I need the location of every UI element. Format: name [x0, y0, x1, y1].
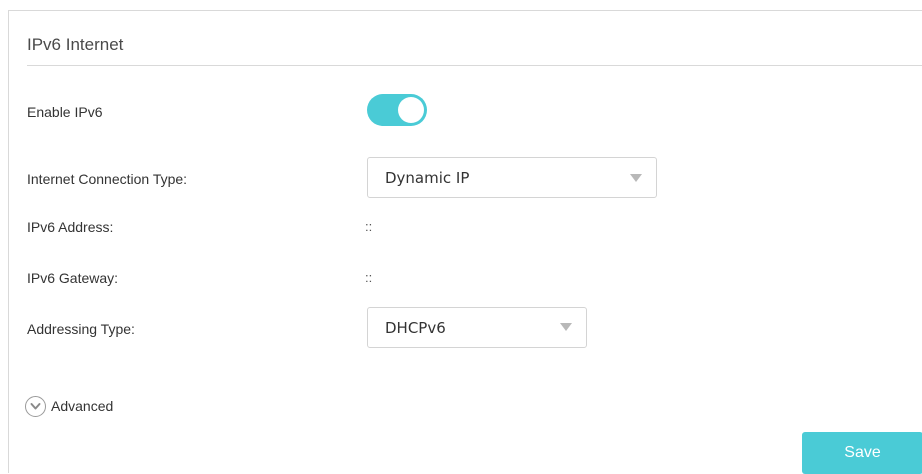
- ipv6-address-label: IPv6 Address:: [27, 219, 114, 235]
- enable-ipv6-label: Enable IPv6: [27, 104, 103, 120]
- section-title: IPv6 Internet: [27, 35, 124, 54]
- ipv6-gateway-label: IPv6 Gateway:: [27, 270, 119, 286]
- connection-type-label: Internet Connection Type:: [27, 171, 188, 187]
- ipv6-internet-panel: IPv6 Internet Enable IPv6 Internet Conne…: [8, 10, 922, 474]
- connection-type-select[interactable]: Dynamic IP: [367, 157, 657, 198]
- ipv6-gateway-value: ::: [365, 270, 373, 285]
- title-divider: [27, 65, 922, 66]
- enable-ipv6-toggle[interactable]: [367, 94, 427, 126]
- save-button[interactable]: Save: [802, 432, 922, 474]
- addressing-type-select[interactable]: DHCPv6: [367, 307, 587, 348]
- ipv6-address-value: ::: [365, 219, 373, 234]
- chevron-down-icon: [560, 323, 572, 331]
- addressing-type-value: DHCPv6: [385, 319, 446, 337]
- advanced-toggle-label[interactable]: Advanced: [51, 398, 113, 414]
- chevron-down-circle-icon[interactable]: [25, 396, 46, 417]
- addressing-type-label: Addressing Type:: [27, 321, 135, 337]
- connection-type-value: Dynamic IP: [385, 169, 470, 187]
- toggle-knob: [398, 97, 424, 123]
- chevron-down-icon: [630, 174, 642, 182]
